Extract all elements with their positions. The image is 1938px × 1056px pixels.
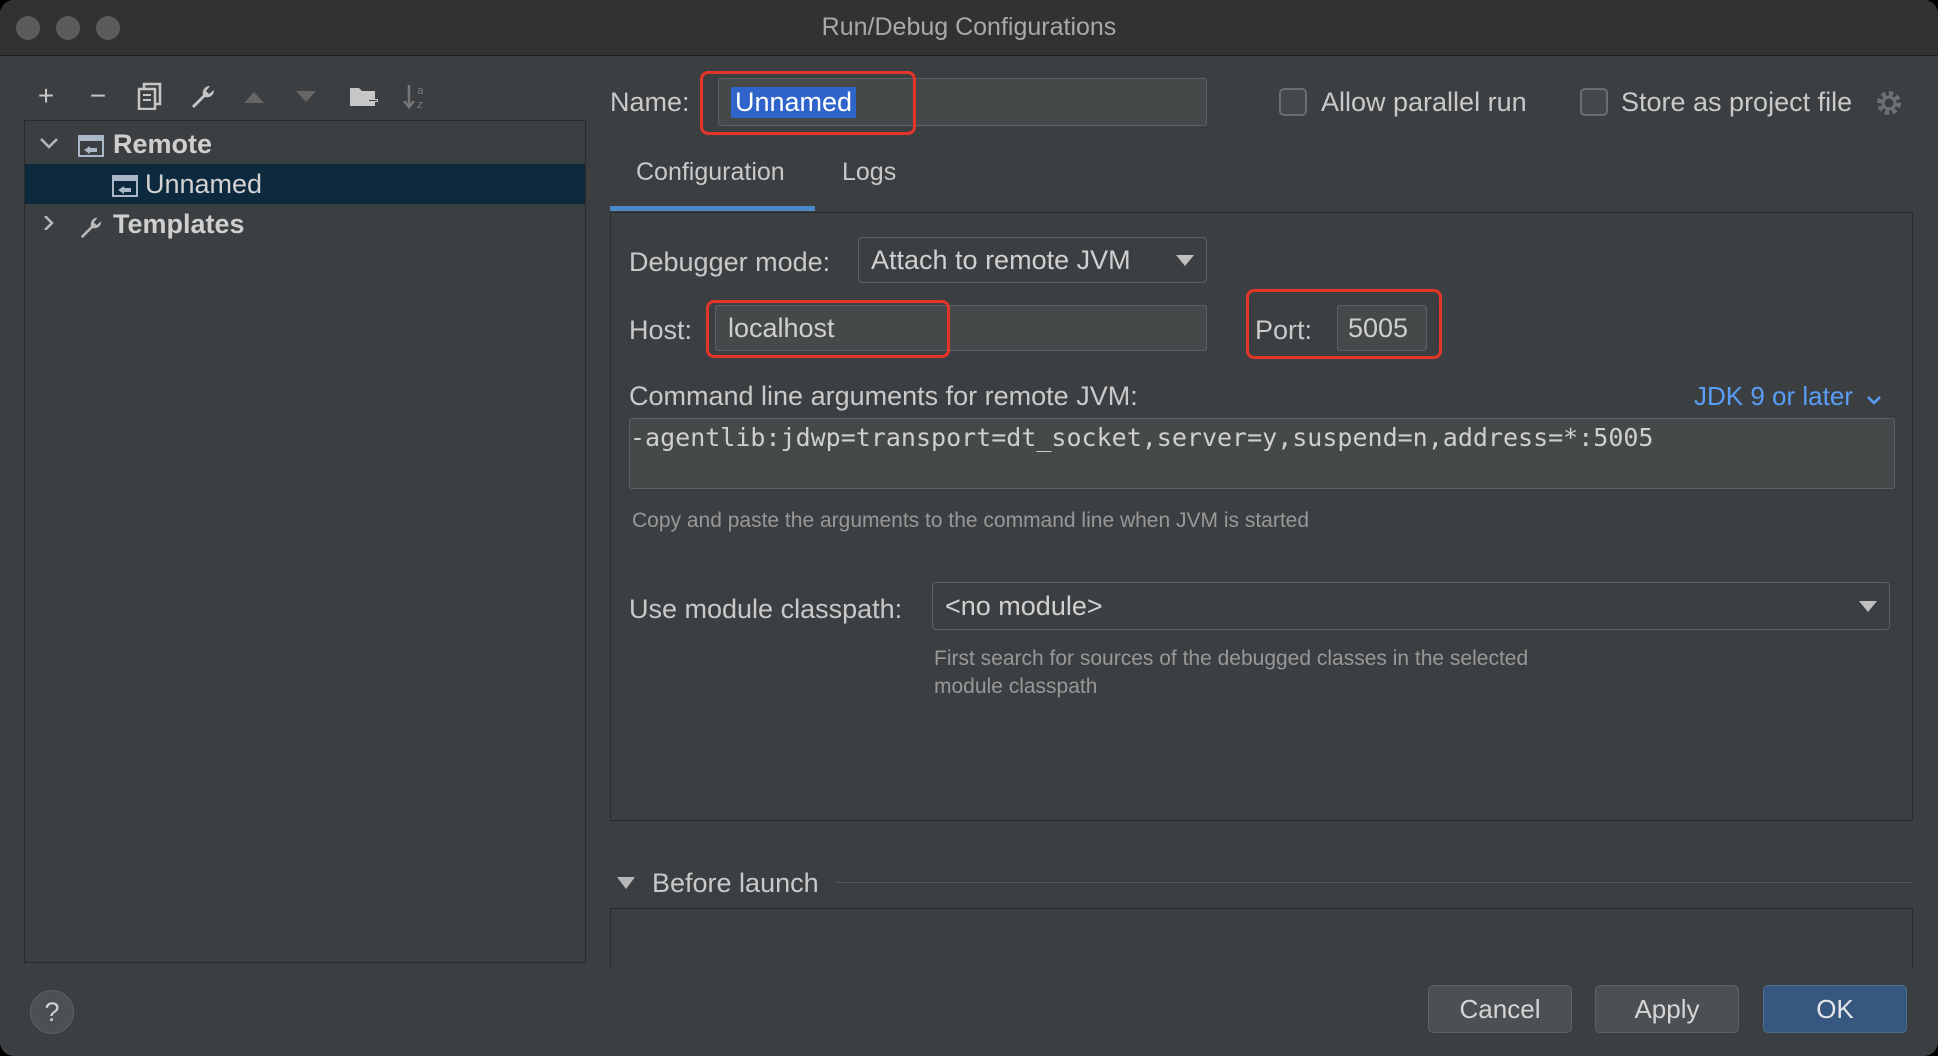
remote-config-icon — [111, 171, 139, 197]
config-tree: Remote Unnamed Templates — [24, 120, 586, 963]
module-classpath-label: Use module classpath: — [629, 594, 903, 624]
before-launch-header[interactable]: Before launch — [652, 868, 819, 899]
arrow-down-icon[interactable] — [288, 78, 324, 114]
add-config-button[interactable]: + — [28, 78, 64, 114]
allow-parallel-checkbox[interactable] — [1279, 88, 1307, 116]
cancel-button[interactable]: Cancel — [1428, 985, 1572, 1033]
title-bar: Run/Debug Configurations — [0, 0, 1938, 56]
run-debug-dialog: Run/Debug Configurations + − az Remote U… — [0, 0, 1938, 1056]
wrench-icon[interactable] — [184, 78, 220, 114]
debugger-mode-label: Debugger mode: — [629, 247, 831, 277]
module-classpath-value: <no module> — [945, 591, 1103, 621]
tree-item-label: Remote — [113, 129, 213, 159]
triangle-down-icon[interactable] — [616, 876, 636, 895]
remote-config-icon — [77, 131, 105, 157]
tree-item-templates[interactable]: Templates — [25, 204, 585, 244]
sort-icon[interactable]: az — [398, 78, 434, 114]
remove-config-button[interactable]: − — [80, 78, 116, 114]
chevron-down-icon[interactable] — [37, 124, 61, 164]
tab-configuration[interactable]: Configuration — [636, 158, 785, 187]
chevron-down-icon — [1176, 255, 1194, 266]
window-title: Run/Debug Configurations — [821, 13, 1117, 41]
wrench-icon — [77, 211, 105, 239]
jdk-version-label: JDK 9 or later — [1694, 381, 1853, 411]
jdk-version-dropdown[interactable]: JDK 9 or later — [1694, 381, 1882, 412]
divider — [836, 882, 1912, 883]
copy-icon[interactable] — [132, 78, 168, 114]
tree-item-label: Templates — [113, 209, 245, 239]
debugger-mode-value: Attach to remote JVM — [871, 245, 1131, 275]
store-project-label[interactable]: Store as project file — [1621, 87, 1852, 118]
chevron-right-icon[interactable] — [37, 204, 61, 244]
cmd-args-hint: Copy and paste the arguments to the comm… — [632, 509, 1310, 532]
tree-item-label: Unnamed — [145, 169, 263, 199]
help-button[interactable]: ? — [30, 990, 74, 1034]
chevron-down-icon — [1859, 601, 1877, 612]
cmd-args-label: Command line arguments for remote JVM: — [629, 381, 1138, 411]
gear-icon[interactable] — [1874, 88, 1904, 118]
active-tab-indicator — [610, 206, 815, 211]
cmd-args-field[interactable]: -agentlib:jdwp=transport=dt_socket,serve… — [629, 418, 1895, 489]
highlight-name — [700, 71, 916, 135]
apply-button[interactable]: Apply — [1595, 985, 1739, 1033]
tree-item-unnamed[interactable]: Unnamed — [25, 164, 585, 204]
allow-parallel-label[interactable]: Allow parallel run — [1321, 87, 1527, 118]
name-label: Name: — [610, 87, 690, 117]
highlight-port — [1246, 289, 1442, 359]
arrow-up-icon[interactable] — [236, 78, 272, 114]
debugger-mode-select[interactable]: Attach to remote JVM — [858, 237, 1207, 283]
tab-logs[interactable]: Logs — [842, 158, 896, 187]
chevron-down-icon — [1867, 396, 1882, 405]
highlight-host — [706, 300, 950, 358]
cmd-args-value: -agentlib:jdwp=transport=dt_socket,serve… — [630, 423, 1654, 452]
ok-button[interactable]: OK — [1763, 985, 1907, 1033]
host-label: Host: — [629, 315, 693, 345]
module-classpath-select[interactable]: <no module> — [932, 582, 1890, 630]
store-project-checkbox[interactable] — [1580, 88, 1608, 116]
svg-text:a: a — [417, 84, 424, 97]
new-folder-icon[interactable] — [346, 78, 382, 114]
module-hint-line1: First search for sources of the debugged… — [934, 647, 1529, 670]
before-launch-panel — [610, 908, 1913, 968]
svg-text:z: z — [417, 98, 423, 110]
tree-item-remote[interactable]: Remote — [25, 124, 585, 164]
module-hint-line2: module classpath — [934, 675, 1098, 698]
